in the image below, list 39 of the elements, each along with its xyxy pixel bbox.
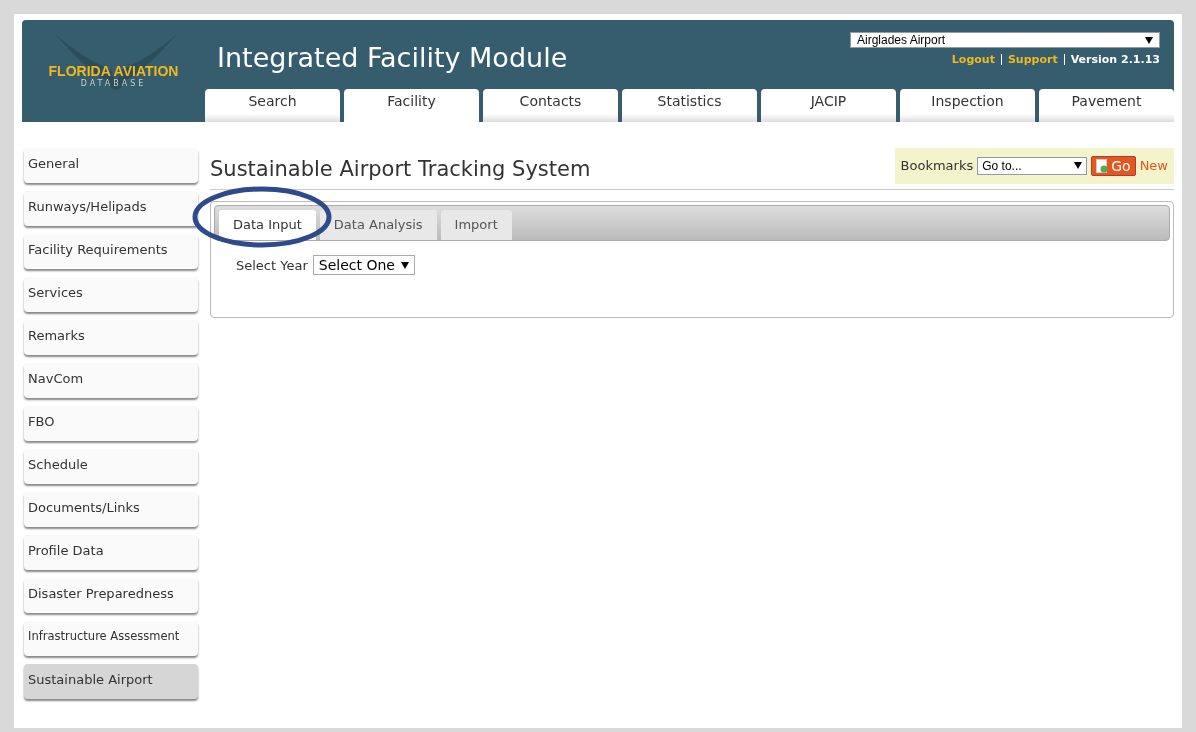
header-link[interactable]: Logout bbox=[951, 53, 995, 66]
sidebar-item[interactable]: Runways/Helipads bbox=[24, 191, 198, 226]
sidebar-item[interactable]: Remarks bbox=[24, 320, 198, 355]
sidebar-item[interactable]: Facility Requirements bbox=[24, 234, 198, 269]
nav-tab[interactable]: Facility bbox=[344, 89, 479, 122]
nav-tab[interactable]: Pavement bbox=[1039, 89, 1174, 122]
sidebar-item[interactable]: NavCom bbox=[24, 363, 198, 398]
sidebar-item[interactable]: Profile Data bbox=[24, 535, 198, 570]
bookmarks-select[interactable]: Go to... bbox=[977, 156, 1088, 175]
go-button[interactable]: Go bbox=[1091, 155, 1136, 176]
sidebar-item[interactable]: Disaster Preparedness bbox=[24, 578, 198, 613]
sub-tab[interactable]: Import bbox=[440, 210, 512, 240]
sidebar-item[interactable]: FBO bbox=[24, 406, 198, 441]
nav-tab[interactable]: JACIP bbox=[761, 89, 896, 122]
logo-title: FLORIDA AVIATION bbox=[48, 62, 179, 79]
nav-tab[interactable]: Statistics bbox=[622, 89, 757, 122]
sidebar-item[interactable]: General bbox=[24, 148, 198, 183]
sidebar-item[interactable]: Services bbox=[24, 277, 198, 312]
sidebar-item[interactable]: Schedule bbox=[24, 449, 198, 484]
caret-icon bbox=[400, 261, 409, 269]
bookmarks-label: Bookmarks bbox=[900, 158, 974, 173]
version-label: Version 2.1.13 bbox=[1070, 53, 1160, 66]
logo-subtitle: DATABASE bbox=[80, 78, 147, 88]
sub-tab[interactable]: Data Analysis bbox=[319, 210, 437, 240]
year-select[interactable]: Select One bbox=[312, 255, 415, 275]
nav-tab[interactable]: Search bbox=[205, 89, 340, 122]
sidebar-item[interactable]: Infrastructure Assessment bbox=[24, 621, 198, 656]
airport-select[interactable]: Airglades Airport bbox=[850, 32, 1160, 48]
page-title: Sustainable Airport Tracking System bbox=[210, 156, 591, 181]
app-title: Integrated Facility Module bbox=[217, 42, 568, 73]
sidebar-item[interactable]: Sustainable Airport bbox=[24, 664, 198, 699]
header-link[interactable]: Support bbox=[1007, 53, 1058, 66]
nav-tab[interactable]: Contacts bbox=[483, 89, 618, 122]
nav-tab[interactable]: Inspection bbox=[900, 89, 1035, 122]
caret-icon bbox=[1074, 162, 1083, 169]
sidebar-item[interactable]: Documents/Links bbox=[24, 492, 198, 527]
year-label: Select Year bbox=[236, 257, 308, 273]
sub-tab[interactable]: Data Input bbox=[219, 210, 316, 240]
caret-icon bbox=[1145, 36, 1153, 44]
